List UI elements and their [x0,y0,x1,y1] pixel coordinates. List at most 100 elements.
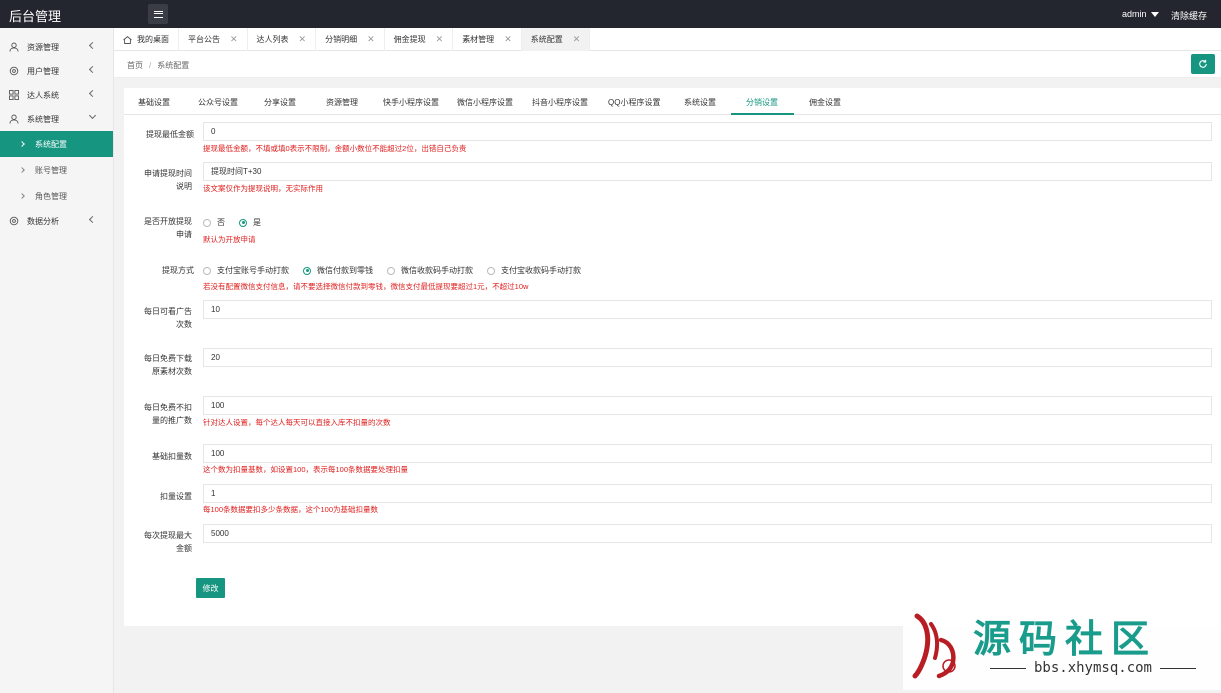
settings-tab-wechat-mini[interactable]: 微信小程序设置 [457,97,513,108]
min-withdraw-input[interactable]: 0 [203,122,1212,141]
base-deduct-hint: 这个数为扣量基数，如设置100，表示每100条数据要处理扣量 [203,465,409,474]
radio-label: 微信收款码手动打款 [401,266,473,275]
hamburger-icon [153,10,163,18]
radio-label: 否 [217,218,225,227]
close-icon[interactable]: ✕ [504,34,512,45]
tab-materials[interactable]: 素材管理 ✕ [453,28,522,51]
user-menu[interactable]: admin [1122,9,1159,19]
chevron-right-icon [19,141,25,147]
tab-talent-list[interactable]: 达人列表 ✕ [248,28,317,51]
settings-tabs: 基础设置 公众号设置 分享设置 资源管理 快手小程序设置 微信小程序设置 抖音小… [124,88,1221,115]
withdraw-method-radio-group: 支付宝账号手动打款 微信付款到零钱 微信收款码手动打款 支付宝收款码手动打款 [203,265,595,276]
settings-tab-douyin[interactable]: 抖音小程序设置 [532,97,588,108]
close-icon[interactable]: ✕ [367,34,375,45]
breadcrumb-separator: / [149,61,152,70]
deduct-setting-input[interactable]: 1 [203,484,1212,503]
max-withdraw-label: 每次提现最大金额 [144,531,192,553]
gear-icon [9,216,19,226]
apply-time-input[interactable]: 提现时间T+30 [203,162,1212,181]
tab-announcements[interactable]: 平台公告 ✕ [179,28,248,51]
close-icon[interactable]: ✕ [436,34,444,45]
user-name: admin [1122,9,1147,19]
deduct-setting-label: 扣量设置 [160,492,192,501]
menu-toggle-button[interactable] [148,4,168,24]
min-withdraw-label: 提现最低金额 [146,130,194,139]
sidebar-subitem-label: 系统配置 [35,139,67,149]
tab-label: 达人列表 [256,35,289,44]
daily-ads-input[interactable]: 10 [203,300,1212,319]
settings-tab-kuaishou[interactable]: 快手小程序设置 [383,97,439,108]
watermark-logo [911,610,963,680]
withdraw-option-alipay-qr[interactable]: 支付宝收款码手动打款 [487,265,581,276]
close-icon[interactable]: ✕ [573,34,581,45]
daily-downloads-input[interactable]: 20 [203,348,1212,367]
open-apply-option-no[interactable]: 否 [203,217,225,228]
withdraw-option-wechat-change[interactable]: 微信付款到零钱 [303,265,373,276]
active-tab-indicator [731,113,794,115]
sidebar-item-system[interactable]: 系统管理 [0,107,113,131]
settings-tab-share[interactable]: 分享设置 [264,97,296,108]
daily-no-deduct-input[interactable]: 100 [203,396,1212,415]
radio-checked-icon [239,218,247,227]
tab-commission-withdraw[interactable]: 佣金提现 ✕ [385,28,454,51]
watermark: 源码社区 bbs.xhymsq.com [903,602,1221,690]
breadcrumb-bar: 首页 / 系统配置 [114,51,1221,78]
settings-tab-resources[interactable]: 资源管理 [326,97,358,108]
max-withdraw-input[interactable]: 5000 [203,524,1212,543]
settings-tab-qq[interactable]: QQ小程序设置 [608,97,660,108]
sidebar-item-talent[interactable]: 达人系统 [0,83,113,107]
app-title: 后台管理 [9,9,62,24]
close-icon[interactable]: ✕ [299,34,307,45]
refresh-icon [1199,59,1207,68]
daily-downloads-label: 每日免费下载原素材次数 [144,354,192,376]
withdraw-option-alipay-account[interactable]: 支付宝账号手动打款 [203,265,289,276]
daily-no-deduct-hint: 针对达人设置，每个达人每天可以直接入库不扣量的次数 [203,418,391,427]
watermark-title: 源码社区 [973,616,1158,661]
submit-button[interactable]: 修改 [196,578,225,598]
base-deduct-label: 基础扣量数 [152,452,192,461]
sidebar-item-analytics[interactable]: 数据分析 [0,209,113,233]
sidebar-subitem-accounts[interactable]: 账号管理 [0,157,113,183]
sidebar-item-label: 达人系统 [27,90,59,100]
settings-panel: 基础设置 公众号设置 分享设置 资源管理 快手小程序设置 微信小程序设置 抖音小… [124,88,1221,626]
tab-distribution-detail[interactable]: 分销明细 ✕ [316,28,385,51]
tab-desktop[interactable]: 我的桌面 [114,28,179,51]
tab-system-config[interactable]: 系统配置 ✕ [521,28,591,51]
sidebar-item-users[interactable]: 用户管理 [0,59,113,83]
grid-icon [9,90,19,100]
refresh-button[interactable] [1191,54,1215,74]
chevron-left-icon [88,215,97,224]
open-apply-option-yes[interactable]: 是 [239,217,261,228]
base-deduct-input[interactable]: 100 [203,444,1212,463]
chevron-left-icon [88,41,97,50]
home-icon [123,35,132,44]
sidebar-subitem-system-config[interactable]: 系统配置 [0,131,113,157]
chevron-down-icon [88,111,97,120]
apply-time-label: 申请提现时间说明 [144,169,192,191]
withdraw-option-wechat-qr[interactable]: 微信收款码手动打款 [387,265,473,276]
page-tabs: 我的桌面 平台公告 ✕ 达人列表 ✕ 分销明细 ✕ 佣金提现 ✕ 素材管理 ✕ … [114,28,1221,51]
deduct-setting-hint: 每100条数据要扣多少条数据，这个100为基础扣量数 [203,505,379,514]
chevron-right-icon [19,167,25,173]
daily-no-deduct-label: 每日免费不扣量的推广数 [144,403,192,425]
breadcrumb-home[interactable]: 首页 [127,61,143,70]
sidebar-subitem-roles[interactable]: 角色管理 [0,183,113,209]
chevron-left-icon [88,89,97,98]
settings-tab-distribution[interactable]: 分销设置 [746,97,778,108]
settings-tab-basic[interactable]: 基础设置 [138,97,170,108]
open-apply-hint: 默认为开放申请 [203,235,256,244]
user-icon [9,42,19,52]
settings-tab-system[interactable]: 系统设置 [684,97,716,108]
sidebar-item-label: 用户管理 [27,66,59,76]
watermark-url: bbs.xhymsq.com [973,660,1213,676]
radio-unchecked-icon [487,266,495,275]
settings-tab-official-account[interactable]: 公众号设置 [198,97,238,108]
tab-label: 我的桌面 [137,35,169,44]
sidebar-item-resources[interactable]: 资源管理 [0,35,113,59]
clear-cache-link[interactable]: 清除缓存 [1171,9,1207,22]
settings-tab-commission[interactable]: 佣金设置 [809,97,841,108]
sidebar: 资源管理 用户管理 达人系统 系统管理 系统配置 账号管理 角色管理 数据分析 [0,28,114,693]
tab-label: 佣金提现 [393,35,426,44]
close-icon[interactable]: ✕ [230,34,238,45]
gear-icon [9,66,19,76]
